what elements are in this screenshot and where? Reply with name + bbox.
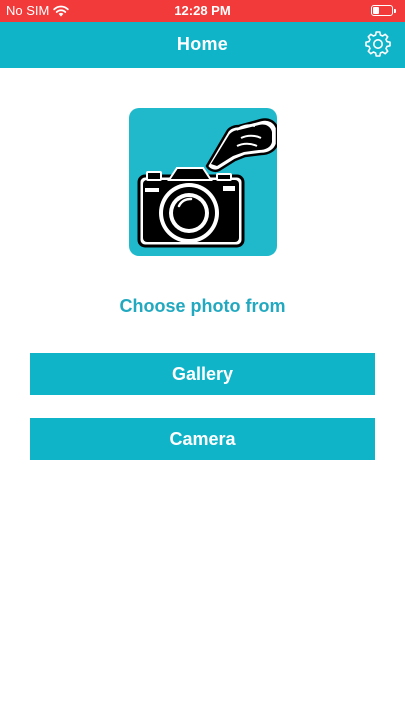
status-time: 12:28 PM [174, 3, 231, 18]
nav-bar: Home [0, 22, 405, 68]
battery-level [373, 7, 379, 14]
choose-photo-prompt: Choose photo from [119, 296, 286, 316]
gallery-button[interactable]: Gallery [30, 353, 375, 395]
status-bar: No SIM 12:28 PM [0, 0, 405, 22]
battery-icon [371, 5, 396, 16]
page-title: Home [176, 34, 229, 54]
battery-nub [394, 8, 396, 13]
hero-image [129, 108, 277, 256]
camera-with-pointing-hand-icon [137, 118, 277, 248]
gear-icon[interactable] [365, 31, 391, 57]
camera-button[interactable]: Camera [30, 418, 375, 460]
